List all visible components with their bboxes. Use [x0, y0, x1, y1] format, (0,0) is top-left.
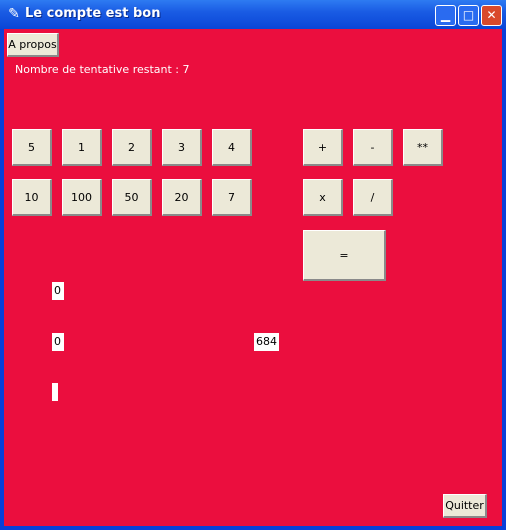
- quit-button[interactable]: Quitter: [443, 494, 487, 518]
- close-icon: ✕: [486, 8, 497, 22]
- power-button[interactable]: **: [403, 129, 443, 166]
- multiply-button[interactable]: x: [303, 179, 343, 216]
- maximize-icon: □: [462, 8, 475, 22]
- number-button[interactable]: 10: [12, 179, 52, 216]
- number-button[interactable]: 100: [62, 179, 102, 216]
- title-bar[interactable]: ✎ Le compte est bon ▁ □ ✕: [0, 0, 506, 29]
- minimize-icon: ▁: [440, 8, 451, 22]
- number-button[interactable]: 7: [212, 179, 252, 216]
- app-window: ✎ Le compte est bon ▁ □ ✕ A propos Nombr…: [0, 0, 506, 530]
- window-title: Le compte est bon: [25, 6, 161, 21]
- minus-button[interactable]: -: [353, 129, 393, 166]
- second-operand-display: 0: [52, 333, 64, 351]
- equals-button[interactable]: =: [303, 230, 386, 281]
- minimize-button[interactable]: ▁: [435, 5, 456, 26]
- number-button[interactable]: 5: [12, 129, 52, 166]
- number-button[interactable]: 4: [212, 129, 252, 166]
- about-button[interactable]: A propos: [7, 33, 59, 57]
- feather-icon: ✎: [8, 6, 20, 22]
- number-button[interactable]: 2: [112, 129, 152, 166]
- attempts-remaining-label: Nombre de tentative restant : 7: [15, 63, 190, 76]
- number-button[interactable]: 50: [112, 179, 152, 216]
- close-button[interactable]: ✕: [481, 5, 502, 26]
- main-panel: A propos Nombre de tentative restant : 7…: [4, 29, 502, 526]
- number-button[interactable]: 1: [62, 129, 102, 166]
- number-button[interactable]: 3: [162, 129, 202, 166]
- divide-button[interactable]: /: [353, 179, 393, 216]
- number-button[interactable]: 20: [162, 179, 202, 216]
- target-number-display: 684: [254, 333, 279, 351]
- first-operand-display: 0: [52, 282, 64, 300]
- maximize-button[interactable]: □: [458, 5, 479, 26]
- plus-button[interactable]: +: [303, 129, 343, 166]
- result-display: [52, 383, 58, 401]
